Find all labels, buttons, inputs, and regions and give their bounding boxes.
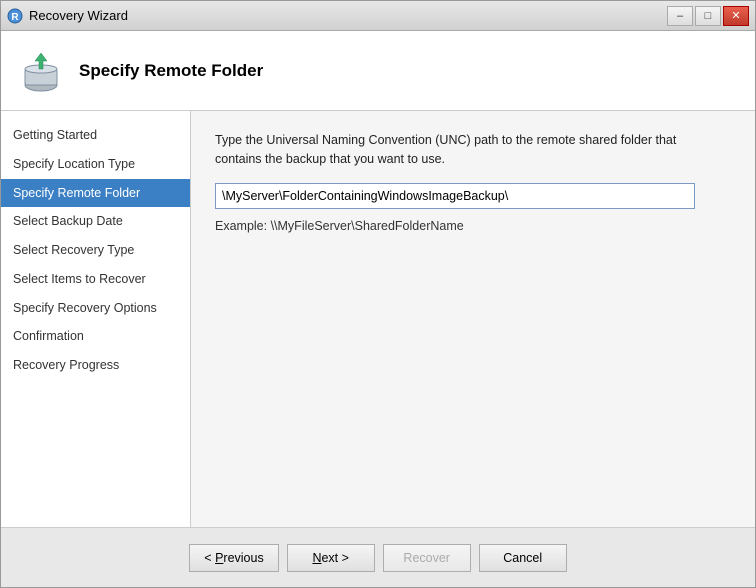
folder-upload-icon (17, 47, 65, 95)
sidebar-item[interactable]: Recovery Progress (1, 351, 190, 380)
app-icon: R (7, 8, 23, 24)
content-description: Type the Universal Naming Convention (UN… (215, 131, 695, 169)
content-example: Example: \\MyFileServer\SharedFolderName (215, 219, 731, 233)
wizard-footer: < Previous Next > Recover Cancel (1, 527, 755, 587)
title-bar: R Recovery Wizard – □ ✕ (1, 1, 755, 31)
sidebar-item[interactable]: Getting Started (1, 121, 190, 150)
previous-button[interactable]: < Previous (189, 544, 278, 572)
sidebar-item[interactable]: Specify Location Type (1, 150, 190, 179)
maximize-button[interactable]: □ (695, 6, 721, 26)
sidebar-item[interactable]: Select Backup Date (1, 207, 190, 236)
cancel-label: Cancel (503, 551, 542, 565)
svg-text:R: R (11, 12, 19, 23)
sidebar: Getting StartedSpecify Location TypeSpec… (1, 111, 191, 527)
close-button[interactable]: ✕ (723, 6, 749, 26)
sidebar-item[interactable]: Select Recovery Type (1, 236, 190, 265)
sidebar-item[interactable]: Specify Remote Folder (1, 179, 190, 208)
recovery-wizard-window: R Recovery Wizard – □ ✕ Specify Remote F… (0, 0, 756, 588)
header-icon-container (17, 47, 65, 95)
wizard-body: Getting StartedSpecify Location TypeSpec… (1, 111, 755, 527)
minimize-button[interactable]: – (667, 6, 693, 26)
title-bar-left: R Recovery Wizard (7, 8, 128, 24)
next-button[interactable]: Next > (287, 544, 375, 572)
sidebar-item[interactable]: Confirmation (1, 322, 190, 351)
window-title: Recovery Wizard (29, 8, 128, 23)
title-bar-buttons: – □ ✕ (667, 6, 749, 26)
header-title: Specify Remote Folder (79, 61, 263, 81)
sidebar-item[interactable]: Specify Recovery Options (1, 294, 190, 323)
content-area: Type the Universal Naming Convention (UN… (191, 111, 755, 527)
next-label: Next > (312, 551, 348, 565)
cancel-button[interactable]: Cancel (479, 544, 567, 572)
recover-label: Recover (403, 551, 450, 565)
unc-path-input[interactable] (215, 183, 695, 209)
recover-button[interactable]: Recover (383, 544, 471, 572)
wizard-header: Specify Remote Folder (1, 31, 755, 111)
sidebar-item[interactable]: Select Items to Recover (1, 265, 190, 294)
previous-label: < Previous (204, 551, 263, 565)
